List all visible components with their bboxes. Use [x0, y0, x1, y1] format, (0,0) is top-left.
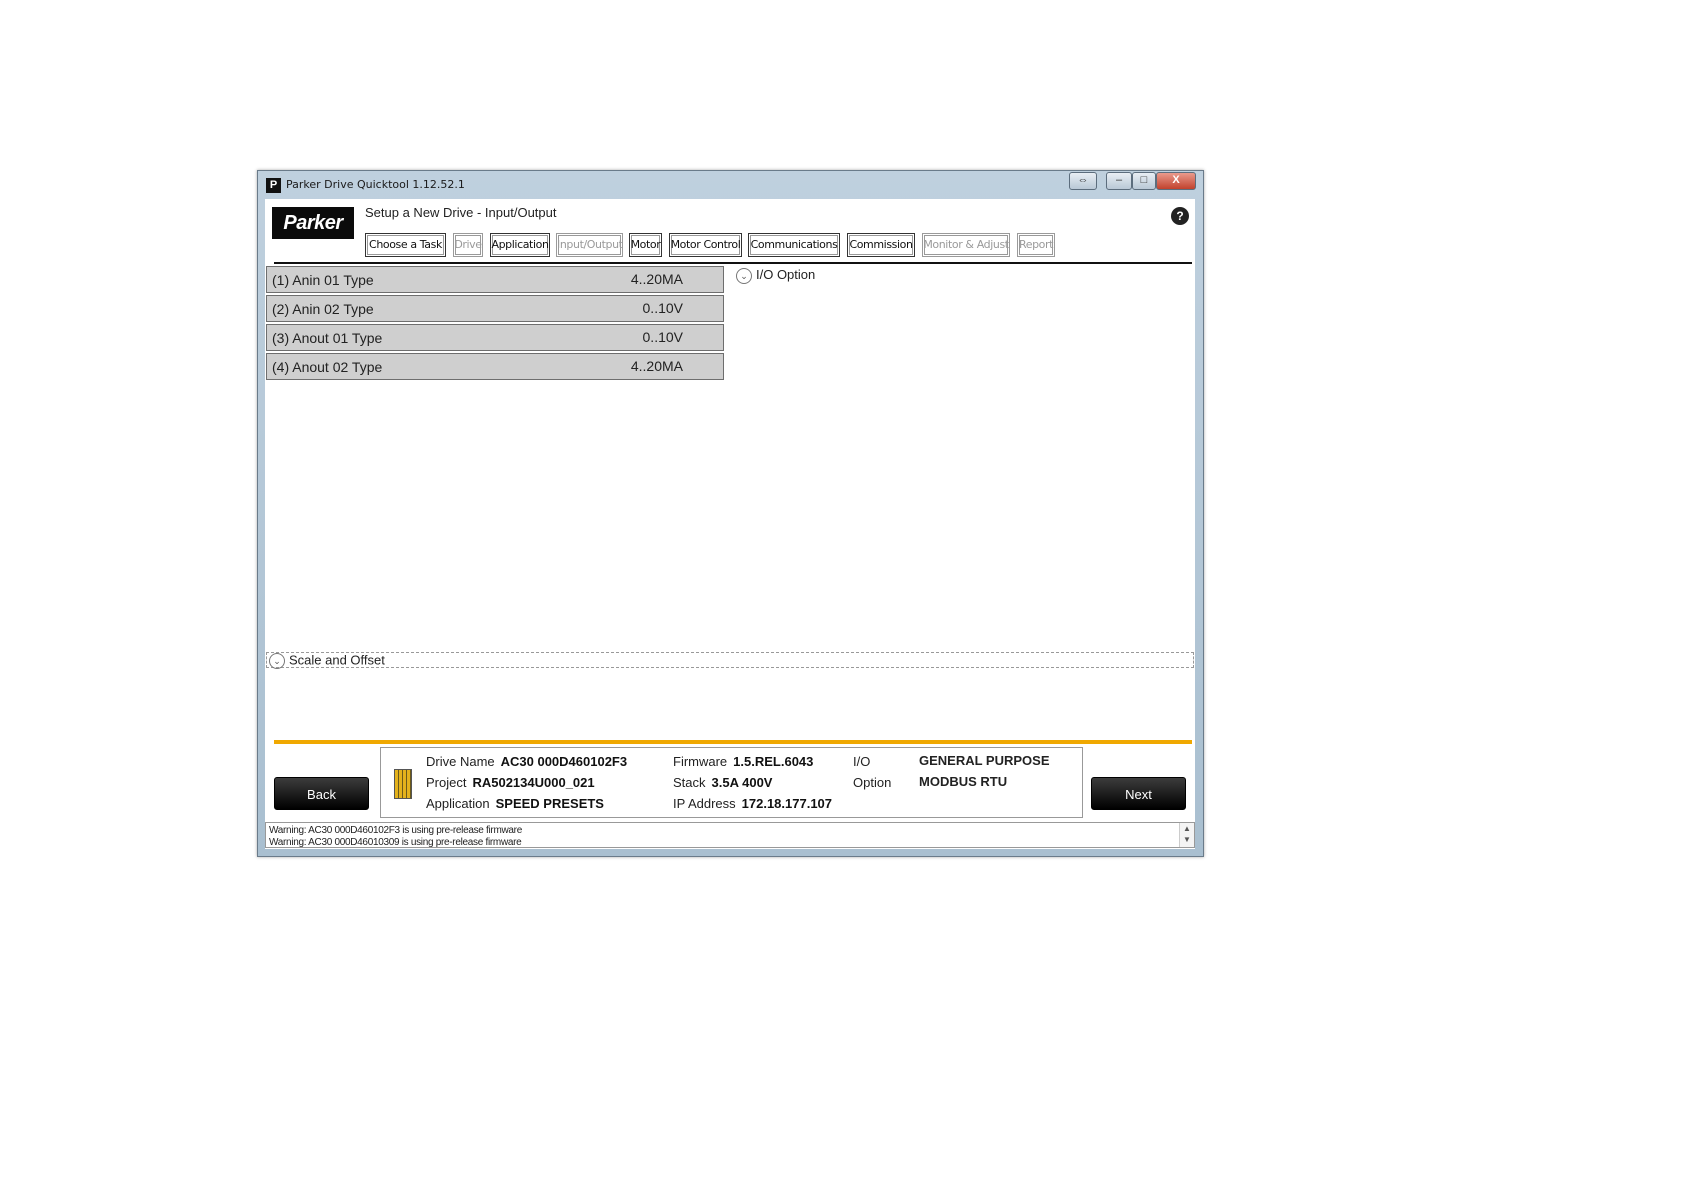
step-choose-task[interactable]: Choose a Task [365, 233, 446, 257]
table-row[interactable]: (4) Anout 02 Type 4..20MA [266, 353, 724, 380]
param-value[interactable]: 4..20MA [631, 271, 683, 287]
step-communications[interactable]: Communications [748, 233, 840, 257]
step-application[interactable]: Application [490, 233, 550, 257]
minimize-button[interactable]: – [1106, 172, 1132, 190]
application: Application SPEED PRESETS [426, 796, 604, 811]
project: Project RA502134U000_021 [426, 775, 595, 790]
step-drive: Drive [453, 233, 483, 257]
app-window: P Parker Drive Quicktool 1.12.52.1 ⇔ – □… [257, 170, 1204, 857]
stack: Stack 3.5A 400V [673, 775, 772, 790]
stack-value: 3.5A 400V [711, 775, 773, 790]
application-label: Application [426, 796, 490, 811]
project-value: RA502134U000_021 [472, 775, 595, 790]
firmware-label: Firmware [673, 754, 728, 769]
parameter-table: (1) Anin 01 Type 4..20MA (2) Anin 02 Typ… [266, 266, 724, 382]
drive-info-panel: Drive Name AC30 000D460102F3 Project RA502… [380, 747, 1083, 818]
param-value[interactable]: 0..10V [643, 300, 683, 316]
scale-offset-label: Scale and Offset [289, 652, 385, 668]
log-line: Warning: AC30 000D460102F3 is using pre-… [269, 825, 522, 836]
option-value: MODBUS RTU [919, 774, 1008, 789]
project-label: Project [426, 775, 467, 790]
scale-offset-expander[interactable]: ⌄ Scale and Offset [266, 652, 1194, 669]
table-row[interactable]: (3) Anout 01 Type 0..10V [266, 324, 724, 351]
app-logo-icon: P [266, 178, 281, 193]
maximize-button[interactable]: □ [1132, 172, 1156, 190]
ip-label: IP Address [673, 796, 736, 811]
drive-name: Drive Name AC30 000D460102F3 [426, 754, 627, 769]
firmware: Firmware 1.5.REL.6043 [673, 754, 813, 769]
title-bar[interactable]: P Parker Drive Quicktool 1.12.52.1 ⇔ – □… [258, 171, 1203, 199]
help-icon[interactable]: ? [1171, 207, 1189, 225]
window-title: Parker Drive Quicktool 1.12.52.1 [286, 178, 465, 191]
step-motor-control[interactable]: Motor Control [669, 233, 742, 257]
ip-value: 172.18.177.107 [741, 796, 833, 811]
param-label: (1) Anin 01 Type [272, 272, 374, 288]
io-option-label: I/O Option [756, 267, 816, 282]
close-button[interactable]: X [1156, 172, 1196, 190]
step-commission[interactable]: Commission [847, 233, 915, 257]
chevron-down-icon: ⌄ [269, 653, 285, 669]
step-input-output: Input/Output [556, 233, 623, 257]
log-line: Warning: AC30 000D46010309 is using pre-… [269, 837, 522, 848]
header-divider [274, 262, 1192, 264]
parker-logo: Parker [272, 207, 354, 239]
table-row[interactable]: (2) Anin 02 Type 0..10V [266, 295, 724, 322]
param-label: (3) Anout 01 Type [272, 330, 383, 346]
drive-name-label: Drive Name [426, 754, 495, 769]
drive-icon [394, 769, 412, 799]
stack-label: Stack [673, 775, 706, 790]
message-log[interactable]: Warning: AC30 000D460102F3 is using pre-… [265, 822, 1195, 848]
io-option-expander[interactable]: ⌄ I/O Option [736, 267, 815, 284]
next-button[interactable]: Next [1091, 777, 1186, 810]
param-value[interactable]: 4..20MA [631, 358, 683, 374]
page-title: Setup a New Drive - Input/Output [365, 205, 557, 220]
step-monitor-adjust: Monitor & Adjust [922, 233, 1010, 257]
step-report: Report [1017, 233, 1055, 257]
step-motor[interactable]: Motor [629, 233, 662, 257]
param-value[interactable]: 0..10V [643, 329, 683, 345]
io-label: I/O [853, 754, 871, 769]
option-label: Option [853, 775, 892, 790]
main-panel: Parker Setup a New Drive - Input/Output … [265, 199, 1195, 849]
io-value: GENERAL PURPOSE [919, 753, 1050, 768]
application-value: SPEED PRESETS [495, 796, 604, 811]
table-row[interactable]: (1) Anin 01 Type 4..20MA [266, 266, 724, 293]
restore-icon[interactable]: ⇔ [1069, 172, 1097, 190]
param-label: (2) Anin 02 Type [272, 301, 374, 317]
param-label: (4) Anout 02 Type [272, 359, 383, 375]
footer-divider [274, 740, 1192, 744]
back-button[interactable]: Back [274, 777, 369, 810]
firmware-value: 1.5.REL.6043 [733, 754, 814, 769]
chevron-down-icon: ⌄ [736, 267, 752, 284]
ip-address: IP Address 172.18.177.107 [673, 796, 832, 811]
log-scrollbar[interactable]: ▲ ▼ [1179, 823, 1194, 847]
drive-name-value: AC30 000D460102F3 [500, 754, 628, 769]
